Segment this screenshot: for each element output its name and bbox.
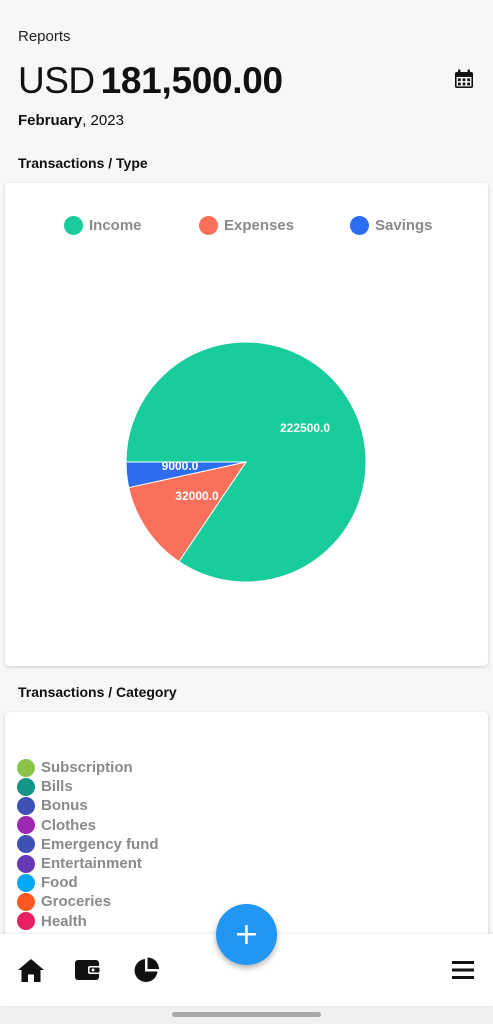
plus-icon: + (233, 916, 260, 952)
category-item[interactable]: Food (17, 873, 159, 892)
section-title-category: Transactions / Category (18, 684, 177, 700)
period-year: , 2023 (82, 112, 124, 129)
currency-code: USD (18, 60, 95, 101)
category-item[interactable]: Groceries (17, 892, 159, 911)
home-icon[interactable] (16, 956, 46, 984)
period-selector[interactable]: February, 2023 (18, 112, 124, 129)
menu-icon[interactable] (449, 956, 479, 984)
type-chart-card: Income Expenses Savings 222500.0 32000.0 9… (5, 183, 488, 666)
category-dot (17, 796, 35, 815)
pie-data-label: 32000.0 (175, 489, 219, 503)
category-item[interactable]: Health (17, 912, 159, 931)
category-item[interactable]: Emergency fund (17, 835, 159, 854)
category-dot (17, 777, 35, 796)
home-indicator (172, 1012, 321, 1017)
category-label: Food (41, 874, 78, 892)
category-label: Bills (41, 778, 73, 796)
category-dot (17, 758, 35, 777)
category-dot (17, 873, 35, 892)
category-dot (17, 854, 35, 873)
pie-data-label: 9000.0 (162, 459, 199, 473)
category-dot (17, 816, 35, 835)
category-dot (17, 835, 35, 854)
screen-title: Reports (18, 28, 71, 45)
add-transaction-button[interactable]: + (216, 904, 277, 965)
category-item[interactable]: Entertainment (17, 854, 159, 873)
category-label: Groceries (41, 893, 112, 911)
pie-chart: 222500.0 32000.0 9000.0 (125, 341, 367, 583)
category-item[interactable]: Bills (17, 777, 159, 796)
category-label: Clothes (41, 816, 97, 834)
category-label: Bonus (41, 797, 88, 815)
calendar-icon[interactable] (453, 68, 475, 90)
category-item[interactable]: Clothes (17, 816, 159, 835)
category-legend: Subscription Bills Bonus Clothes Emergency f… (17, 758, 159, 931)
category-dot (17, 912, 35, 931)
category-dot (17, 892, 35, 911)
category-label: Health (41, 912, 87, 930)
balance-total: USD 181,500.00 (18, 60, 283, 102)
section-title-type: Transactions / Type (18, 155, 148, 171)
period-month: February (18, 112, 83, 129)
category-item[interactable]: Subscription (17, 758, 159, 777)
pie-data-label: 222500.0 (280, 421, 330, 435)
page-header: Reports (18, 28, 71, 45)
category-label: Emergency fund (41, 835, 159, 853)
category-label: Entertainment (41, 855, 142, 873)
pie-chart-icon[interactable] (132, 956, 162, 984)
wallet-icon[interactable] (73, 956, 103, 984)
category-label: Subscription (41, 759, 133, 777)
category-item[interactable]: Bonus (17, 796, 159, 815)
balance-amount: 181,500.00 (100, 60, 283, 101)
